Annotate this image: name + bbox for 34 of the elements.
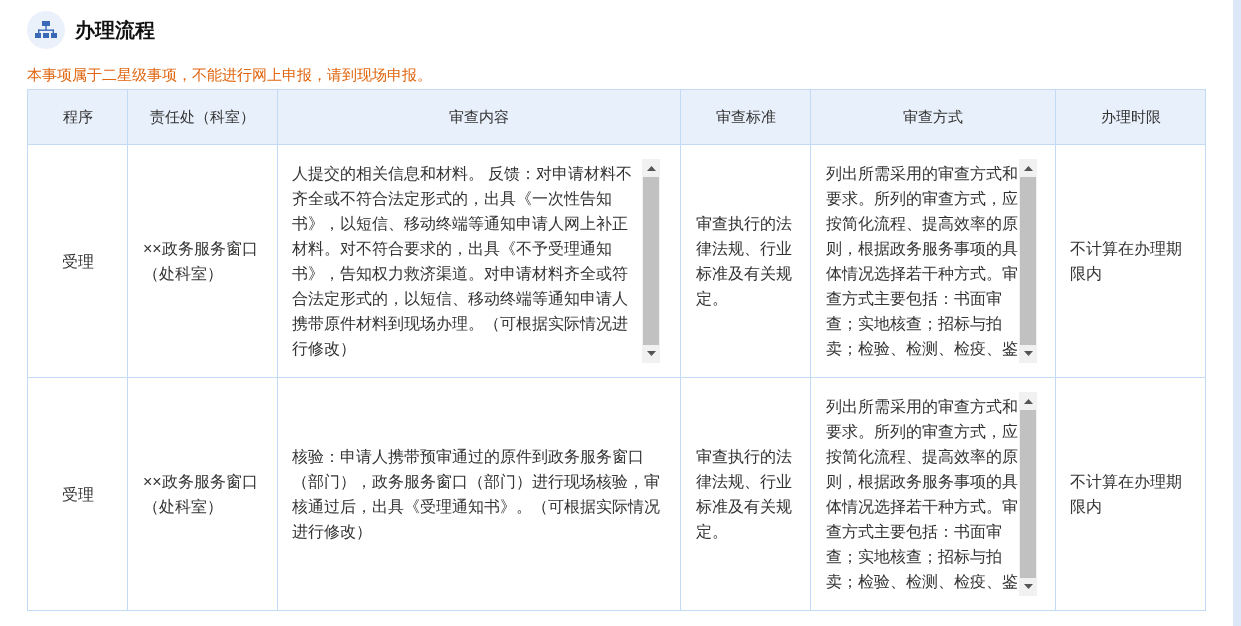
scroll-down-icon[interactable] — [1023, 584, 1033, 589]
scroll-down-icon[interactable] — [1023, 351, 1033, 356]
scroll-up-icon[interactable] — [1023, 166, 1033, 171]
step-cell-text: 受理 — [60, 484, 95, 505]
notice-text: 本事项属于二星级事项，不能进行网上申报，请到现场申报。 — [27, 65, 433, 85]
standard-cell-text: 审查执行的法律法规、行业标准及有关规定。 — [696, 214, 793, 309]
standard-cell-text: 审查执行的法律法规、行业标准及有关规定。 — [696, 447, 793, 542]
scrollbar[interactable] — [642, 159, 660, 363]
column-header: 审查标准 — [680, 89, 811, 145]
column-header: 程序 — [27, 89, 128, 145]
column-header: 责任处（科室） — [127, 89, 278, 145]
time-limit-cell-text: 不计算在办理期限内 — [1070, 239, 1183, 284]
content-cell-text: 人提交的相关信息和材料。 反馈：对申请材料不齐全或不符合法定形式的，出具《一次性告知书》，以短信、移动终端等通知申请人网上补正材料。对不符合要求的，出具《不予受理通知书》，告知权力救济渠道。对申请材料齐全或符合法定形式的，以短信、移动终端等通知申请人携带原件材料到现场办理。（可根据实际情况进行修改） — [292, 164, 634, 359]
scrollbar-thumb[interactable] — [643, 177, 659, 345]
scroll-up-icon[interactable] — [1023, 399, 1033, 404]
scrollbar-thumb[interactable] — [1020, 177, 1036, 345]
method-cell-text: 列出所需采用的审查方式和要求。所列的审查方式，应按简化流程、提高效率的原则，根据政务服务事项的具体情况选择若干种方式。审查方式主要包括：书面审查；实地核查；招标与拍卖；检验、检测、检疫、鉴 — [825, 164, 1019, 359]
method-cell-text: 列出所需采用的审查方式和要求。所列的审查方式，应按简化流程、提高效率的原则，根据政务服务事项的具体情况选择若干种方式。审查方式主要包括：书面审查；实地核查；招标与拍卖；检验、检测、检疫、鉴 — [825, 397, 1019, 592]
scrollbar[interactable] — [1019, 159, 1037, 363]
department-cell-text: ××政务服务窗口（处科室） — [143, 239, 259, 284]
column-header: 审查方式 — [810, 89, 1056, 145]
scroll-up-icon[interactable] — [646, 166, 656, 171]
content-cell-text: 核验：申请人携带预审通过的原件到政务服务窗口（部门），政务服务窗口（部门）进行现场核验，审核通过后，出具《受理通知书》。（可根据实际情况进行修改） — [292, 447, 661, 542]
time-limit-cell-text: 不计算在办理期限内 — [1070, 472, 1183, 517]
column-header: 审查内容 — [277, 89, 681, 145]
scrollbar[interactable] — [1019, 392, 1037, 596]
column-header: 办理时限 — [1055, 89, 1206, 145]
section-title: 办理流程 — [75, 18, 155, 43]
sitemap-icon — [27, 11, 65, 49]
department-cell-text: ××政务服务窗口（处科室） — [143, 472, 259, 517]
scrollbar-thumb[interactable] — [1020, 410, 1036, 578]
page-scrollbar[interactable] — [1233, 0, 1241, 626]
step-cell-text: 受理 — [60, 251, 95, 272]
scroll-down-icon[interactable] — [646, 351, 656, 356]
